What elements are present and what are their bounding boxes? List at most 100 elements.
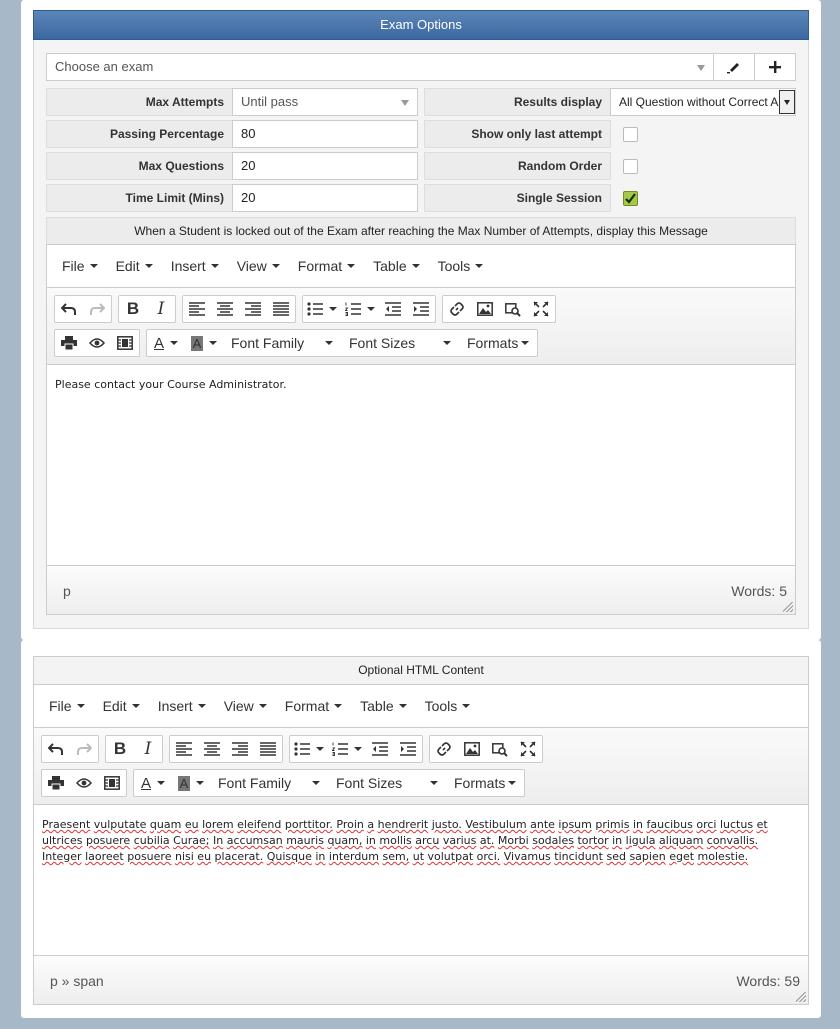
image-button[interactable] bbox=[471, 296, 499, 322]
editor-menubar: File Edit Insert View Format Table Tools bbox=[34, 685, 808, 728]
italic-button[interactable]: I bbox=[147, 296, 175, 322]
template-button[interactable] bbox=[98, 770, 126, 796]
lockout-message-editor: File Edit Insert View Format Table Tools bbox=[46, 244, 796, 615]
insert-group bbox=[429, 735, 543, 763]
align-justify-button[interactable] bbox=[267, 296, 295, 322]
align-right-button[interactable] bbox=[239, 296, 267, 322]
menu-file[interactable]: File bbox=[53, 258, 107, 274]
element-path[interactable]: p bbox=[63, 583, 71, 599]
menu-insert[interactable]: Insert bbox=[149, 698, 215, 714]
formats-select[interactable]: Formats bbox=[459, 330, 537, 356]
outdent-button[interactable] bbox=[366, 736, 394, 762]
optional-html-content[interactable]: Praesent vulputate quam eu lorem eleifen… bbox=[34, 805, 808, 955]
random-order-checkbox[interactable] bbox=[622, 158, 638, 174]
formats-select[interactable]: Formats bbox=[446, 770, 524, 796]
indent-icon bbox=[400, 742, 416, 756]
outdent-button[interactable] bbox=[379, 296, 407, 322]
menu-view[interactable]: View bbox=[228, 258, 289, 274]
numbered-list-button[interactable] bbox=[328, 736, 366, 762]
preview-button[interactable] bbox=[70, 770, 98, 796]
undo-button[interactable] bbox=[42, 736, 70, 762]
time-limit-input[interactable]: 20 bbox=[232, 184, 418, 212]
align-left-button[interactable] bbox=[183, 296, 211, 322]
results-display-select[interactable]: All Question without Correct Answers bbox=[610, 88, 796, 116]
image-button[interactable] bbox=[458, 736, 486, 762]
text-color-button[interactable]: A bbox=[147, 330, 185, 356]
exam-select[interactable]: Choose an exam bbox=[46, 53, 714, 81]
numbered-list-button[interactable] bbox=[341, 296, 379, 322]
resize-handle-icon[interactable] bbox=[796, 992, 806, 1002]
max-attempts-select[interactable]: Until pass bbox=[232, 88, 418, 116]
align-center-button[interactable] bbox=[211, 296, 239, 322]
background-color-button[interactable]: A bbox=[172, 770, 210, 796]
random-order-row: Random Order bbox=[424, 152, 649, 180]
lockout-message-content[interactable]: Please contact your Course Administrator… bbox=[47, 365, 795, 565]
chevron-down-icon bbox=[367, 307, 375, 311]
plus-icon bbox=[769, 61, 781, 73]
background-color-button[interactable]: A bbox=[185, 330, 223, 356]
menu-tools[interactable]: Tools bbox=[429, 258, 493, 274]
content-word: tincidunt bbox=[554, 850, 603, 863]
max-questions-input[interactable]: 20 bbox=[232, 152, 418, 180]
fullscreen-button[interactable] bbox=[514, 736, 542, 762]
menu-edit[interactable]: Edit bbox=[94, 698, 149, 714]
chevron-down-icon bbox=[197, 704, 206, 708]
bold-button[interactable]: B bbox=[119, 296, 147, 322]
menu-tools[interactable]: Tools bbox=[416, 698, 480, 714]
align-center-icon bbox=[217, 302, 233, 316]
align-center-button[interactable] bbox=[198, 736, 226, 762]
add-exam-button[interactable] bbox=[754, 53, 796, 81]
content-word: Curae; bbox=[173, 834, 210, 847]
font-sizes-select[interactable]: Font Sizes bbox=[328, 770, 446, 796]
menu-format[interactable]: Format bbox=[289, 258, 364, 274]
font-family-select[interactable]: Font Family bbox=[210, 770, 328, 796]
editor-toolbar: B I A A Font Family Font Sizes Formats bbox=[47, 288, 795, 365]
print-icon bbox=[48, 776, 64, 790]
font-family-select[interactable]: Font Family bbox=[223, 330, 341, 356]
media-button[interactable] bbox=[499, 296, 527, 322]
link-button[interactable] bbox=[430, 736, 458, 762]
menu-file[interactable]: File bbox=[40, 698, 94, 714]
resize-handle-icon[interactable] bbox=[783, 602, 793, 612]
single-session-checkbox[interactable] bbox=[622, 190, 638, 206]
media-button[interactable] bbox=[486, 736, 514, 762]
fullscreen-button[interactable] bbox=[527, 296, 555, 322]
template-button[interactable] bbox=[111, 330, 139, 356]
menu-format[interactable]: Format bbox=[276, 698, 351, 714]
content-word: eu bbox=[184, 818, 199, 831]
italic-button[interactable]: I bbox=[134, 736, 162, 762]
bold-button[interactable]: B bbox=[106, 736, 134, 762]
indent-button[interactable] bbox=[407, 296, 435, 322]
print-button[interactable] bbox=[55, 330, 83, 356]
link-button[interactable] bbox=[443, 296, 471, 322]
align-right-icon bbox=[245, 302, 261, 316]
undo-button[interactable] bbox=[55, 296, 83, 322]
lockout-message-label: When a Student is locked out of the Exam… bbox=[46, 217, 796, 245]
menu-table[interactable]: Table bbox=[351, 698, 415, 714]
indent-button[interactable] bbox=[394, 736, 422, 762]
align-left-button[interactable] bbox=[170, 736, 198, 762]
menu-view[interactable]: View bbox=[215, 698, 276, 714]
font-sizes-select[interactable]: Font Sizes bbox=[341, 330, 459, 356]
passing-percentage-input[interactable]: 80 bbox=[232, 120, 418, 148]
align-right-button[interactable] bbox=[226, 736, 254, 762]
show-only-last-attempt-checkbox[interactable] bbox=[622, 126, 638, 142]
menu-edit[interactable]: Edit bbox=[107, 258, 162, 274]
element-path[interactable]: p » span bbox=[50, 973, 104, 989]
content-word: ultrices bbox=[42, 834, 83, 847]
menu-insert[interactable]: Insert bbox=[162, 258, 228, 274]
history-group bbox=[41, 735, 99, 763]
text-color-button[interactable]: A bbox=[134, 770, 172, 796]
preview-button[interactable] bbox=[83, 330, 111, 356]
content-word: primis bbox=[595, 818, 630, 831]
redo-button[interactable] bbox=[70, 736, 98, 762]
align-justify-button[interactable] bbox=[254, 736, 282, 762]
print-button[interactable] bbox=[42, 770, 70, 796]
edit-exam-button[interactable] bbox=[713, 53, 755, 81]
redo-icon bbox=[77, 743, 92, 755]
menu-table[interactable]: Table bbox=[364, 258, 428, 274]
bullet-list-button[interactable] bbox=[290, 736, 328, 762]
redo-button[interactable] bbox=[83, 296, 111, 322]
content-word: eleifend bbox=[237, 818, 282, 831]
bullet-list-button[interactable] bbox=[303, 296, 341, 322]
